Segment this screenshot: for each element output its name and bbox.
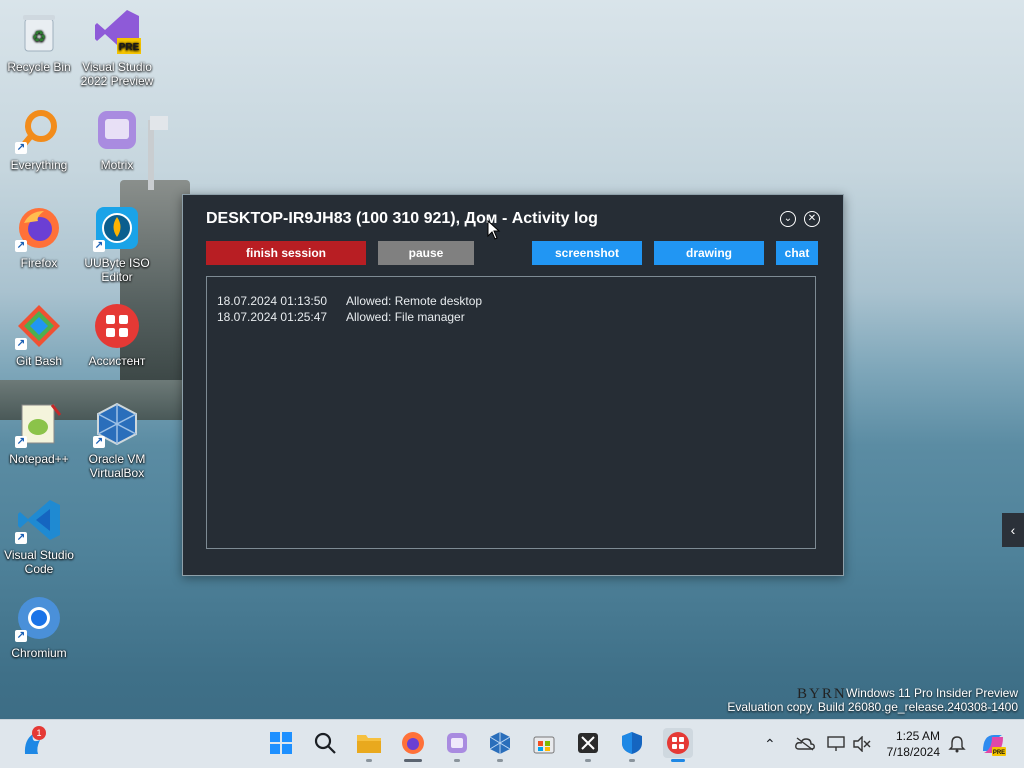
drawing-button[interactable]: drawing	[654, 241, 764, 265]
log-message: Allowed: File manager	[346, 310, 465, 324]
log-message: Allowed: Remote desktop	[346, 294, 483, 308]
activity-log-list[interactable]: 18.07.2024 01:13:50 Allowed: Remote desk…	[206, 276, 816, 549]
desktop-icon-motrix[interactable]: Motrix	[76, 106, 158, 172]
pause-button[interactable]: pause	[378, 241, 474, 265]
desktop-icon-assistant[interactable]: Ассистент	[76, 302, 158, 368]
shield-icon	[622, 732, 642, 754]
side-panel-toggle[interactable]: ‹	[1002, 513, 1024, 547]
search-button[interactable]	[312, 730, 338, 756]
notification-bell-icon	[948, 736, 966, 753]
recycle-bin-icon: ♻	[15, 8, 63, 56]
desktop-icon-uubyte-iso-editor[interactable]: ↗ UUByte ISO Editor	[76, 204, 158, 284]
tray-volume[interactable]	[853, 720, 871, 768]
desktop-icon-everything[interactable]: ↗ Everything	[0, 106, 80, 172]
vscode-icon: ↗	[15, 496, 63, 544]
virtualbox-icon	[489, 732, 511, 754]
windows-start-icon	[270, 732, 292, 754]
tray-overflow-button[interactable]: ⌃	[764, 720, 776, 768]
desktop-icon-visual-studio-preview[interactable]: PRE Visual Studio 2022 Preview	[76, 8, 158, 88]
taskbar-motrix[interactable]	[444, 730, 470, 762]
desktop-icon-label: Notepad++	[9, 452, 69, 466]
svg-text:PRE: PRE	[993, 750, 1005, 756]
git-bash-icon: ↗	[15, 302, 63, 350]
log-entry: 18.07.2024 01:13:50 Allowed: Remote desk…	[217, 293, 805, 309]
tray-onedrive[interactable]	[795, 720, 815, 768]
assistant-icon	[93, 302, 141, 350]
capcut-icon	[578, 733, 598, 753]
log-entry: 18.07.2024 01:25:47 Allowed: File manage…	[217, 309, 805, 325]
firefox-icon: ↗	[15, 204, 63, 252]
taskbar-firefox[interactable]	[400, 730, 426, 762]
tray-copilot[interactable]: PRE	[980, 720, 1006, 768]
chevron-left-icon: ‹	[1010, 522, 1016, 538]
notification-badge: 1	[32, 726, 46, 740]
clock-time: 1:25 AM	[895, 729, 940, 743]
copilot-preview-icon: PRE	[983, 735, 1006, 756]
desktop-icon-firefox[interactable]: ↗ Firefox	[0, 204, 80, 270]
desktop-icon-recycle-bin[interactable]: ♻ Recycle Bin	[0, 8, 80, 74]
taskbar-clock[interactable]: 1:25 AM 7/18/2024	[887, 728, 940, 760]
window-title: DESKTOP-IR9JH83 (100 310 921), Дом - Act…	[206, 210, 598, 227]
motrix-icon	[447, 733, 467, 753]
minimize-chevron-icon[interactable]: ⌄	[780, 211, 796, 227]
chevron-up-icon: ⌃	[764, 735, 776, 752]
desktop-icon-label: Everything	[10, 158, 68, 172]
watermark-line2: Evaluation copy. Build 26080.ge_release.…	[727, 700, 1018, 714]
store-icon	[533, 736, 555, 754]
svg-text:PRE: PRE	[119, 42, 140, 53]
taskbar: 1 ⌃ 1:25 AM 7/18/2024 PRE	[0, 719, 1024, 768]
widgets-button[interactable]: 1	[20, 726, 46, 756]
volume-muted-icon	[853, 736, 871, 752]
desktop-icon-chromium[interactable]: ↗ Chromium	[0, 594, 80, 660]
windows-watermark: Windows 11 Pro Insider Preview Evaluatio…	[727, 686, 1018, 714]
notepad-plus-plus-icon: ↗	[15, 400, 63, 448]
taskbar-virtualbox[interactable]	[487, 730, 513, 762]
desktop-icon-label: Recycle Bin	[7, 60, 71, 74]
desktop-icon-label: Motrix	[100, 158, 134, 172]
tray-notifications[interactable]	[948, 720, 966, 768]
desktop-icon-vscode[interactable]: ↗ Visual Studio Code	[0, 496, 80, 576]
visual-studio-preview-icon: PRE	[93, 8, 141, 56]
desktop-icon-label: Oracle VM VirtualBox	[88, 452, 146, 480]
log-timestamp: 18.07.2024 01:25:47	[217, 310, 328, 324]
desktop-icon-label: Chromium	[11, 646, 67, 660]
folder-icon	[357, 735, 381, 753]
tray-network[interactable]	[827, 720, 845, 768]
activity-log-window[interactable]: DESKTOP-IR9JH83 (100 310 921), Дом - Act…	[182, 194, 844, 576]
desktop-icon-label: Visual Studio 2022 Preview	[80, 60, 154, 88]
desktop-icon-virtualbox[interactable]: ↗ Oracle VM VirtualBox	[76, 400, 158, 480]
monitor-icon	[827, 736, 845, 751]
desktop-icon-label: Visual Studio Code	[4, 548, 74, 576]
mouse-cursor-icon	[487, 220, 501, 240]
desktop-icon-label: Ассистент	[88, 354, 146, 368]
assistant-icon	[667, 732, 689, 754]
taskbar-defender[interactable]	[619, 730, 645, 762]
close-icon[interactable]: ✕	[804, 211, 820, 227]
firefox-icon	[402, 732, 424, 754]
screenshot-button[interactable]: screenshot	[532, 241, 642, 265]
chat-button[interactable]: chat	[776, 241, 818, 265]
log-timestamp: 18.07.2024 01:13:50	[217, 294, 328, 308]
cloud-offline-icon	[795, 737, 815, 751]
desktop-icon-label: Firefox	[20, 256, 58, 270]
search-icon	[314, 732, 336, 754]
motrix-icon	[93, 106, 141, 154]
clock-date: 7/18/2024	[886, 745, 940, 759]
desktop-icon-git-bash[interactable]: ↗ Git Bash	[0, 302, 80, 368]
taskbar-capcut[interactable]	[575, 730, 601, 762]
desktop-icon-label: Git Bash	[15, 354, 63, 368]
uubyte-iso-editor-icon: ↗	[93, 204, 141, 252]
start-button[interactable]	[268, 730, 294, 756]
everything-search-icon: ↗	[15, 106, 63, 154]
desktop-icon-label: UUByte ISO Editor	[84, 256, 150, 284]
watermark-line1: Windows 11 Pro Insider Preview	[846, 686, 1018, 700]
chromium-icon: ↗	[15, 594, 63, 642]
desktop-icon-notepad-plus-plus[interactable]: ↗ Notepad++	[0, 400, 80, 466]
finish-session-button[interactable]: finish session	[206, 241, 366, 265]
taskbar-microsoft-store[interactable]	[531, 730, 557, 756]
virtualbox-icon: ↗	[93, 400, 141, 448]
svg-text:♻: ♻	[32, 29, 46, 46]
taskbar-assistant[interactable]	[663, 728, 693, 762]
taskbar-file-explorer[interactable]	[356, 730, 382, 762]
